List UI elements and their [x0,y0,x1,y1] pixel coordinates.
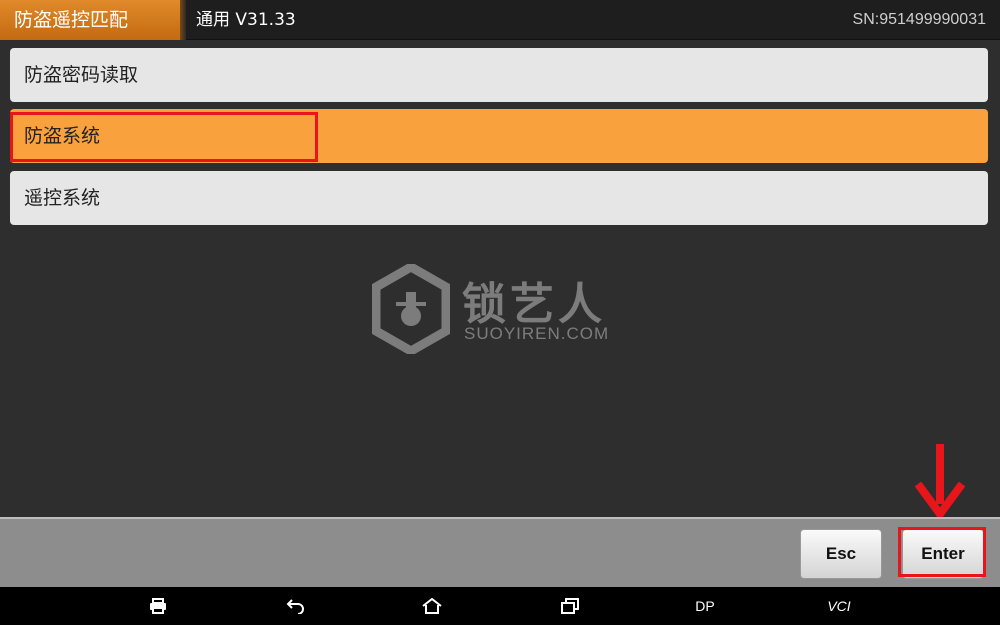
back-arrow-icon[interactable] [286,587,306,625]
action-bar: Esc Enter [0,517,1000,587]
esc-button[interactable]: Esc [800,529,882,579]
red-down-arrow-icon [914,444,966,521]
title-bar: 防盗遥控匹配 通用 V31.33 SN:951499990031 [0,0,1000,40]
serial-number: SN:951499990031 [852,11,986,28]
watermark-brand-en: SUOYIREN.COM [464,324,610,343]
dp-button[interactable]: DP [690,587,720,625]
vci-button[interactable]: VCI [822,587,856,625]
recent-apps-icon[interactable] [560,587,580,625]
home-icon[interactable] [421,587,443,625]
menu-item-immo-password[interactable]: 防盗密码读取 [10,48,988,102]
page-title: 防盗遥控匹配 [0,0,180,40]
enter-button[interactable]: Enter [902,529,984,579]
title-separator [180,0,186,40]
printer-icon[interactable] [148,587,168,625]
lock-hex-logo-icon [372,264,450,354]
software-version: 通用 V31.33 [196,10,296,30]
watermark-brand-cn: 锁艺人 [462,279,606,330]
menu-item-remote-system[interactable]: 遥控系统 [10,171,988,225]
system-nav-bar: DP VCI [0,587,1000,625]
watermark: 锁艺人 SUOYIREN.COM [372,264,632,356]
menu-item-immo-system[interactable]: 防盗系统 [10,109,988,163]
